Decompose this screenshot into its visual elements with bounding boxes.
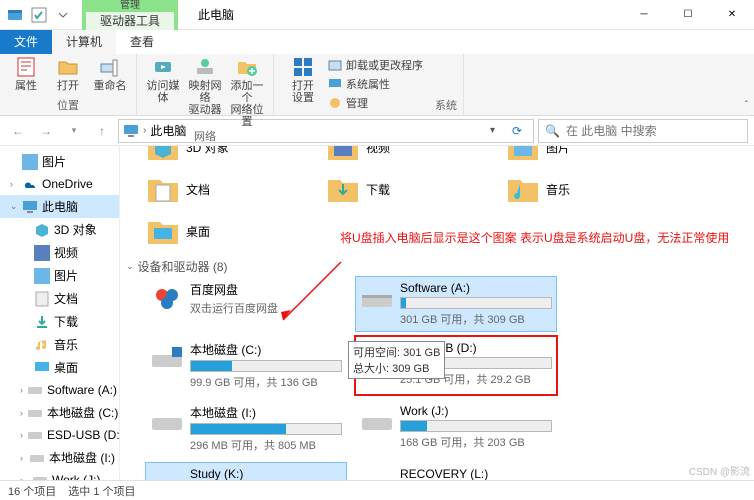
status-selected: 选中 1 个项目 (68, 483, 135, 499)
window-title: 此电脑 (198, 6, 234, 23)
drive-studyK[interactable]: Study (K:)78.0 GB 可用，共 195 GB (146, 463, 346, 480)
nav-videos[interactable]: 视频 (0, 241, 119, 264)
open-button[interactable]: 打开 (48, 56, 88, 92)
ribbon-group-network: 访问媒体 映射网络 驱动器 添加一个 网络位置 网络 (137, 54, 274, 115)
thispc-icon (123, 123, 139, 139)
nav-3dobjects[interactable]: 3D 对象 (0, 218, 119, 241)
minimize-button[interactable]: ─ (622, 0, 666, 30)
nav-softwareA[interactable]: ›Software (A:) (0, 379, 119, 401)
context-tab-group: 管理 驱动器工具 (82, 0, 178, 30)
close-button[interactable]: ✕ (710, 0, 754, 30)
tab-computer[interactable]: 计算机 (52, 30, 116, 54)
folder-pictures[interactable]: 图片 (506, 146, 646, 164)
folder-documents[interactable]: 文档 (146, 172, 286, 206)
nav-desktop[interactable]: 桌面 (0, 356, 119, 379)
tab-view[interactable]: 查看 (116, 30, 168, 54)
folder-3dobjects[interactable]: 3D 对象 (146, 146, 286, 164)
status-bar: 16 个项目 选中 1 个项目 (0, 480, 754, 500)
nav-downloads[interactable]: 下载 (0, 310, 119, 333)
nav-pictures[interactable]: 图片 (0, 150, 119, 173)
rename-button[interactable]: 重命名 (90, 56, 130, 92)
ribbon-tabs: 文件 计算机 查看 (0, 30, 754, 54)
drive-localI[interactable]: 本地磁盘 (I:)296 MB 可用，共 805 MB (146, 400, 346, 457)
category-devices[interactable]: ⌄设备和驱动器 (8) (122, 252, 754, 277)
context-tab-drive-tools[interactable]: 驱动器工具 (86, 12, 174, 30)
chevron-down-icon: ⌄ (126, 261, 134, 272)
recent-dropdown-icon[interactable]: ▾ (62, 119, 86, 143)
up-button[interactable]: ↑ (90, 119, 114, 143)
titlebar: 管理 驱动器工具 此电脑 ─ ☐ ✕ (0, 0, 754, 30)
ribbon-group-system: 打开 设置 卸载或更改程序 系统属性 管理 系统 (274, 54, 464, 115)
folder-music[interactable]: 音乐 (506, 172, 646, 206)
address-bar: ← → ▾ ↑ › 此电脑 ▾ ⟳ 🔍 (0, 116, 754, 146)
nav-pane: 图片 ›OneDrive ⌄此电脑 3D 对象 视频 图片 文档 下载 音乐 桌… (0, 146, 120, 480)
open-settings-button[interactable]: 打开 设置 (280, 56, 326, 104)
qat-app-icon[interactable] (4, 4, 26, 26)
qat-checkbox-icon[interactable] (28, 4, 50, 26)
access-media-button[interactable]: 访问媒体 (143, 56, 183, 128)
nav-pictures2[interactable]: 图片 (0, 264, 119, 287)
drive-baidu[interactable]: 百度网盘双击运行百度网盘 (146, 277, 346, 331)
folder-desktop[interactable]: 桌面 (146, 214, 286, 248)
nav-thispc[interactable]: ⌄此电脑 (0, 195, 119, 218)
manage-button[interactable]: 管理 (326, 94, 425, 112)
drive-localC[interactable]: 本地磁盘 (C:)99.9 GB 可用，共 136 GB (146, 337, 346, 394)
qat-dropdown-icon[interactable] (52, 4, 74, 26)
map-drive-button[interactable]: 映射网络 驱动器 (185, 56, 225, 128)
drive-softwareA[interactable]: Software (A:)301 GB 可用，共 309 GB (356, 277, 556, 331)
tab-file[interactable]: 文件 (0, 30, 52, 54)
forward-button[interactable]: → (34, 119, 58, 143)
back-button[interactable]: ← (6, 119, 30, 143)
nav-localC[interactable]: ›本地磁盘 (C:) (0, 401, 119, 424)
sysprops-button[interactable]: 系统属性 (326, 75, 425, 93)
quick-access-toolbar (0, 4, 74, 26)
uninstall-button[interactable]: 卸载或更改程序 (326, 56, 425, 74)
nav-onedrive[interactable]: ›OneDrive (0, 173, 119, 195)
content-pane: 3D 对象 视频 图片 文档 下载 音乐 桌面 将U盘插入电脑后显示是这个图案 … (120, 146, 754, 480)
nav-localI[interactable]: ›本地磁盘 (I:) (0, 446, 119, 469)
search-icon: 🔍 (545, 124, 560, 138)
properties-button[interactable]: 属性 (6, 56, 46, 92)
ribbon: 属性 打开 重命名 位置 访问媒体 映射网络 驱动器 添加一个 网络位置 网络 … (0, 54, 754, 116)
drive-workJ[interactable]: Work (J:)168 GB 可用，共 203 GB (356, 400, 556, 457)
status-count: 16 个项目 (8, 483, 56, 499)
nav-music[interactable]: 音乐 (0, 333, 119, 356)
drive-esdD[interactable]: ESD-USB (D:)25.1 GB 可用，共 29.2 GB (356, 337, 556, 394)
chevron-down-icon[interactable]: ▾ (484, 125, 501, 136)
folder-downloads[interactable]: 下载 (326, 172, 466, 206)
refresh-icon[interactable]: ⟳ (505, 124, 529, 138)
maximize-button[interactable]: ☐ (666, 0, 710, 30)
nav-workJ[interactable]: ›Work (J:) (0, 469, 119, 480)
nav-documents[interactable]: 文档 (0, 287, 119, 310)
search-field[interactable] (566, 124, 741, 138)
context-group-title: 管理 (120, 0, 140, 12)
search-input[interactable]: 🔍 (538, 119, 748, 143)
watermark: CSDN @影流 (689, 463, 750, 478)
folder-videos[interactable]: 视频 (326, 146, 466, 164)
drive-recoveryL[interactable]: RECOVERY (L:)783 MB 可用，共 799 MB (356, 463, 556, 480)
add-netloc-button[interactable]: 添加一个 网络位置 (227, 56, 267, 128)
nav-esdD[interactable]: ›ESD-USB (D:) (0, 424, 119, 446)
ribbon-collapse-icon[interactable]: ˆ (745, 100, 748, 111)
ribbon-group-location: 属性 打开 重命名 位置 (0, 54, 137, 115)
